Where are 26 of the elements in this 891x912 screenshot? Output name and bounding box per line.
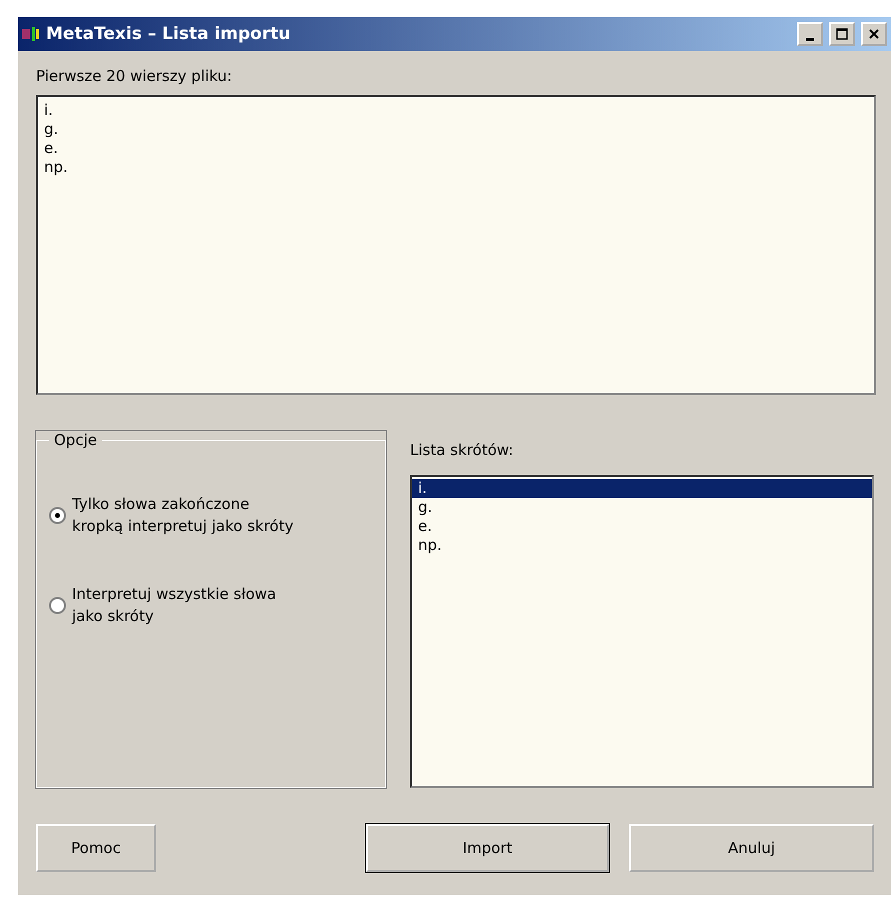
maximize-icon — [836, 28, 848, 40]
dialog-button[interactable]: Import — [366, 824, 609, 872]
preview-line: g. — [44, 120, 60, 139]
preview-line: i. — [44, 101, 54, 120]
dialog-button[interactable]: Pomoc — [36, 824, 156, 872]
abbreviation-item[interactable]: g. — [412, 498, 872, 517]
option-radio[interactable]: Interpretuj wszystkie słowa jako skróty — [49, 583, 373, 627]
abbreviation-item[interactable]: e. — [412, 517, 872, 536]
option-radio[interactable]: Tylko słowa zakończone kropką interpretuj jako skróty — [49, 493, 373, 537]
minimize-button[interactable] — [797, 22, 823, 46]
app-logo-icon — [22, 26, 40, 42]
radio-label: Interpretuj wszystkie słowa jako skróty — [72, 584, 278, 627]
preview-line: e. — [44, 139, 59, 158]
window-title: MetaTexis – Lista importu — [46, 24, 292, 44]
radio-label: Tylko słowa zakończone kropką interpretuj jako skróty — [72, 494, 294, 537]
preview-line: np. — [44, 158, 69, 177]
close-icon — [868, 28, 880, 40]
dialog-button[interactable]: Anuluj — [629, 824, 874, 872]
close-button[interactable] — [861, 22, 887, 46]
minimize-icon — [806, 38, 814, 40]
options-title: Opcje — [53, 431, 98, 449]
maximize-button[interactable] — [829, 22, 855, 46]
preview-label: Pierwsze 20 wierszy pliku: — [36, 67, 233, 85]
abbreviation-item[interactable]: i. — [412, 479, 872, 498]
abbreviations-label: Lista skrótów: — [410, 441, 514, 459]
abbreviation-item[interactable]: np. — [412, 536, 872, 555]
